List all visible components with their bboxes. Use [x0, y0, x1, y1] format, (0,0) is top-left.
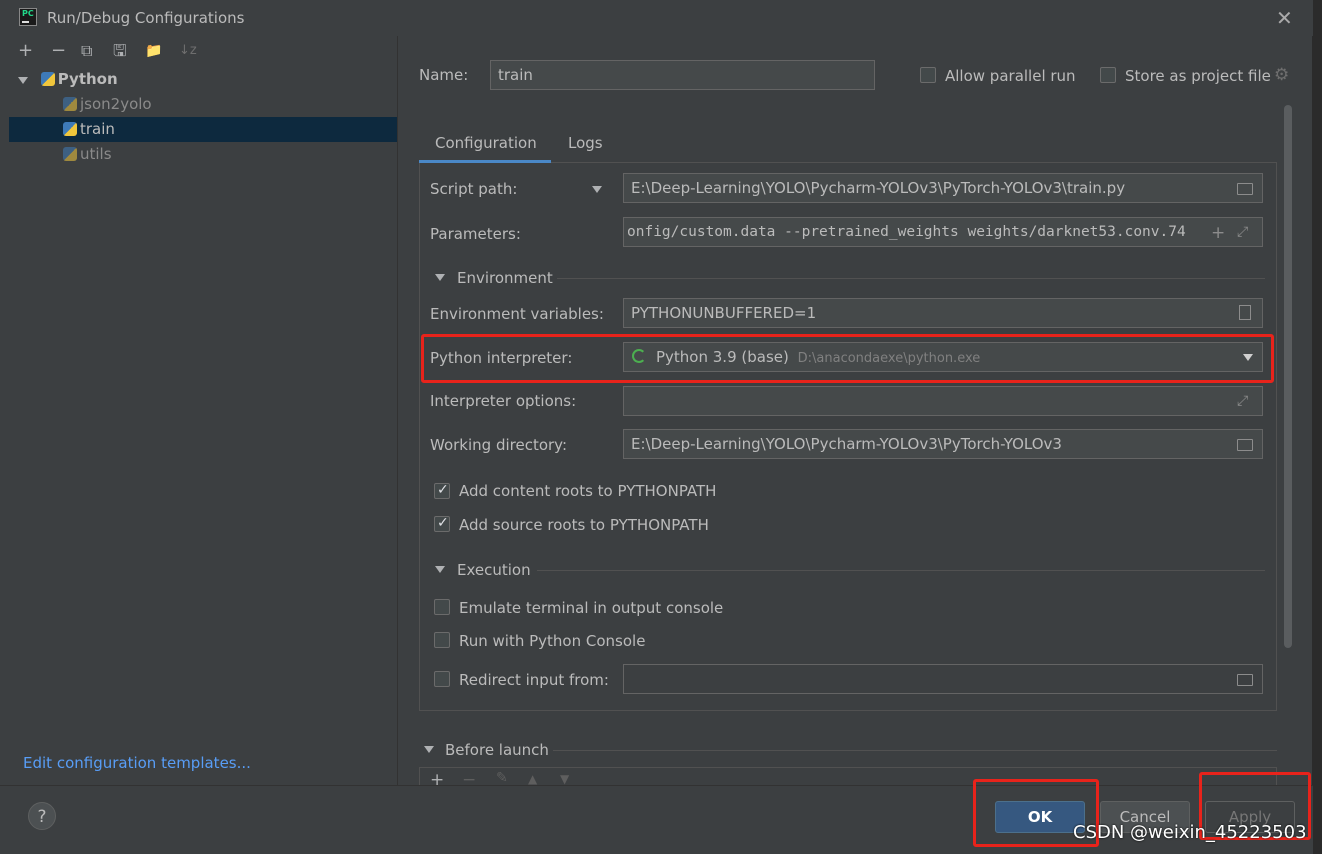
python-icon [63, 97, 77, 111]
script-path-label: Script path: [430, 180, 518, 198]
tree-toolbar: + − ⧉ 🖫 📁 ↓z [9, 38, 397, 66]
dialog-title: Run/Debug Configurations [47, 9, 245, 27]
tab-logs[interactable]: Logs [568, 134, 603, 152]
chevron-down-icon[interactable] [435, 566, 445, 573]
interpreter-highlight [421, 334, 1274, 383]
sort-icon[interactable]: ↓z [179, 40, 197, 62]
edit-templates-link[interactable]: Edit configuration templates... [23, 754, 251, 772]
close-icon[interactable]: ✕ [1276, 6, 1293, 30]
remove-icon[interactable]: − [462, 770, 476, 785]
add-source-roots-checkbox[interactable] [434, 515, 450, 532]
interpreter-options-label: Interpreter options: [430, 392, 577, 410]
add-icon[interactable]: + [1211, 223, 1225, 243]
execution-section-title: Execution [457, 561, 531, 579]
move-down-icon[interactable]: ▼ [560, 772, 569, 785]
gear-icon[interactable]: ⚙ [1274, 65, 1289, 85]
edit-icon[interactable]: ✎ [496, 770, 508, 785]
run-with-console-label: Run with Python Console [459, 632, 646, 650]
env-vars-label: Environment variables: [430, 305, 604, 323]
tree-root-python[interactable]: Python [9, 67, 397, 92]
parameters-input[interactable]: onfig/custom.data --pretrained_weights w… [623, 217, 1263, 247]
tree-root-label: Python [57, 70, 118, 88]
chevron-down-icon[interactable] [424, 746, 434, 753]
watermark-text: CSDN @weixin_45223503 [1073, 822, 1307, 843]
emulate-terminal-label: Emulate terminal in output console [459, 599, 724, 617]
move-up-icon[interactable]: ▲ [528, 772, 537, 785]
folder-icon[interactable] [1237, 183, 1253, 195]
tree-item-utils[interactable]: utils [9, 142, 397, 167]
store-as-project-checkbox[interactable] [1100, 67, 1116, 83]
run-with-console-checkbox[interactable] [434, 632, 450, 648]
help-button[interactable]: ? [28, 802, 56, 830]
document-icon[interactable] [1239, 305, 1251, 320]
name-label: Name: [419, 66, 469, 84]
chevron-down-icon[interactable] [435, 274, 445, 281]
scrollbar[interactable] [1284, 105, 1292, 648]
python-icon [63, 147, 77, 161]
parameters-label: Parameters: [430, 225, 521, 243]
tree-item-label: train [80, 120, 115, 138]
remove-icon[interactable]: − [51, 40, 66, 62]
copy-icon[interactable]: ⧉ [81, 40, 92, 62]
emulate-terminal-checkbox[interactable] [434, 599, 450, 615]
tab-configuration[interactable]: Configuration [435, 134, 537, 152]
tree-item-label: utils [80, 145, 112, 163]
folder-icon[interactable] [1237, 674, 1253, 686]
chevron-down-icon[interactable] [592, 186, 602, 193]
python-icon [63, 122, 77, 136]
working-dir-label: Working directory: [430, 436, 568, 454]
section-divider [537, 570, 1265, 571]
redirect-input-field[interactable] [623, 664, 1263, 694]
tree-item-train[interactable]: train [9, 117, 397, 142]
before-launch-title: Before launch [445, 741, 549, 759]
allow-parallel-checkbox[interactable] [920, 67, 936, 83]
expand-icon[interactable]: ⤢ [1237, 224, 1248, 240]
new-folder-icon[interactable]: 📁 [145, 40, 162, 62]
section-divider [553, 750, 1277, 751]
name-input[interactable]: train [490, 60, 875, 90]
pane-divider[interactable] [397, 36, 398, 786]
add-icon[interactable]: + [430, 770, 444, 785]
pycharm-logo-icon: PC [19, 8, 37, 26]
folder-icon[interactable] [1237, 439, 1253, 451]
script-path-input[interactable]: E:\Deep-Learning\YOLO\Pycharm-YOLOv3\PyT… [623, 173, 1263, 203]
add-content-roots-label: Add content roots to PYTHONPATH [459, 482, 717, 500]
allow-parallel-label: Allow parallel run [945, 67, 1076, 85]
redirect-input-label: Redirect input from: [459, 671, 609, 689]
tree-item-json2yolo[interactable]: json2yolo [9, 92, 397, 117]
environment-section-title: Environment [457, 269, 553, 287]
tree-item-label: json2yolo [80, 95, 152, 113]
expand-icon[interactable]: ⤢ [1237, 393, 1248, 409]
interpreter-options-input[interactable] [623, 386, 1263, 416]
add-icon[interactable]: + [18, 40, 33, 62]
env-vars-input[interactable]: PYTHONUNBUFFERED=1 [623, 298, 1263, 328]
save-icon[interactable]: 🖫 [113, 40, 127, 62]
add-source-roots-label: Add source roots to PYTHONPATH [459, 516, 709, 534]
before-launch-list: + − ✎ ▲ ▼ [419, 767, 1277, 785]
section-divider [557, 278, 1265, 279]
python-icon [40, 72, 55, 86]
add-content-roots-checkbox[interactable] [434, 482, 450, 499]
store-as-project-label: Store as project file [1125, 67, 1271, 85]
working-dir-input[interactable]: E:\Deep-Learning\YOLO\Pycharm-YOLOv3\PyT… [623, 429, 1263, 459]
chevron-down-icon[interactable] [18, 67, 28, 92]
redirect-input-checkbox[interactable] [434, 671, 450, 687]
